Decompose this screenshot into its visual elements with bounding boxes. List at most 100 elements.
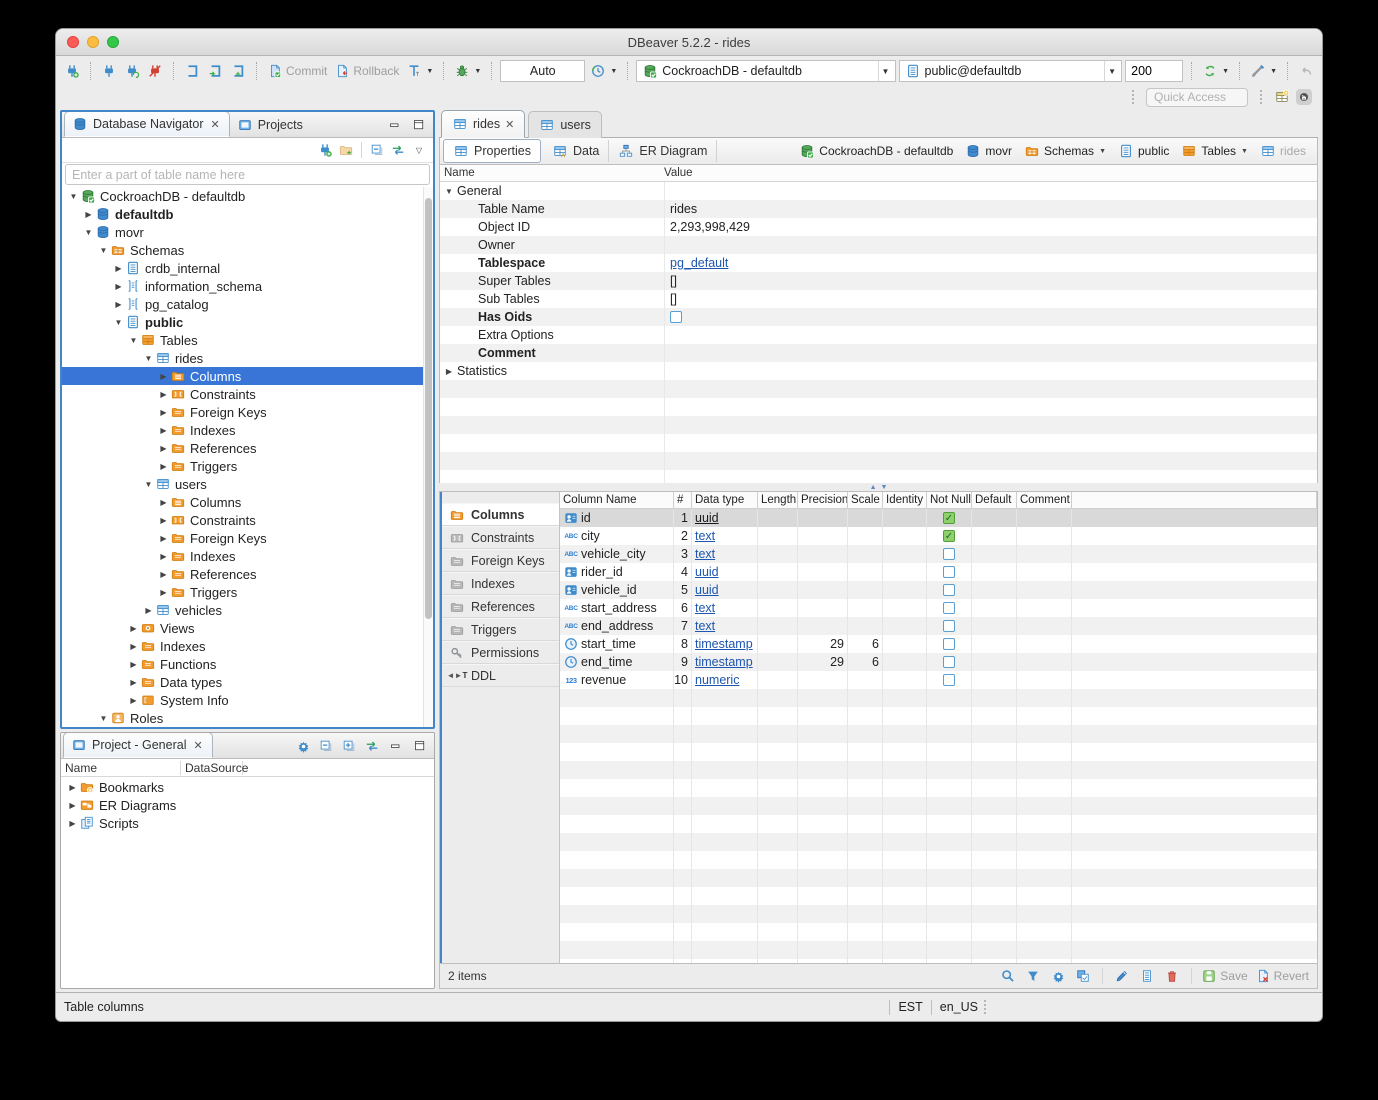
collapsed-arrow-icon[interactable]: ▶ (112, 282, 125, 291)
property-row-statistics[interactable]: ▶Statistics (440, 362, 1317, 380)
collapsed-arrow-icon[interactable]: ▶ (112, 300, 125, 309)
tree-item-references[interactable]: ▶References (62, 439, 433, 457)
property-row-table-name[interactable]: Table Namerides (440, 200, 1317, 218)
property-row-general[interactable]: ▼General (440, 182, 1317, 200)
collapsed-arrow-icon[interactable]: ▶ (157, 570, 170, 579)
detail-tab-triggers[interactable]: Triggers (442, 618, 559, 641)
collapsed-arrow-icon[interactable]: ▶ (112, 264, 125, 273)
tree-item-foreign-keys[interactable]: ▶Foreign Keys (62, 529, 433, 547)
tree-item-triggers[interactable]: ▶Triggers (62, 457, 433, 475)
swap-icon[interactable] (390, 142, 406, 158)
grid-header-precision[interactable]: Precision (798, 492, 848, 508)
tab-database-navigator[interactable]: Database Navigator ✕ (64, 111, 230, 137)
minimize-panel-icon[interactable] (387, 117, 403, 133)
property-row-tablespace[interactable]: Tablespacepg_default (440, 254, 1317, 272)
tree-item-indexes[interactable]: ▶Indexes (62, 547, 433, 565)
not-null-checkbox[interactable] (943, 638, 955, 650)
column-header-name[interactable]: Name (61, 761, 181, 775)
tab-projects[interactable]: Projects (230, 113, 312, 137)
table-filter-input[interactable] (65, 164, 430, 185)
collapsed-arrow-icon[interactable]: ▶ (157, 444, 170, 453)
tree-item-indexes[interactable]: ▶Indexes (62, 637, 433, 655)
folder-add-icon[interactable] (338, 142, 354, 158)
tree-item-cockroachdb-defaultdb[interactable]: ▼CockroachDB - defaultdb (62, 187, 433, 205)
fetch-size-input[interactable] (1125, 60, 1183, 82)
column-row-end_address[interactable]: ABCend_address7text (560, 617, 1317, 635)
tree-item-vehicles[interactable]: ▶vehicles (62, 601, 433, 619)
not-null-checkbox[interactable]: ✓ (943, 512, 955, 524)
view-tab-properties[interactable]: Properties (443, 139, 541, 163)
minimize-panel-icon[interactable] (388, 738, 404, 754)
tree-item-defaultdb[interactable]: ▶defaultdb (62, 205, 433, 223)
not-null-checkbox[interactable] (943, 602, 955, 614)
collapsed-arrow-icon[interactable]: ▶ (157, 534, 170, 543)
chevron-down-icon[interactable]: ▼ (1104, 61, 1119, 81)
rollback-button[interactable]: Rollback (332, 62, 401, 80)
table-plus-icon[interactable] (1274, 89, 1290, 105)
connection-combo[interactable]: CockroachDB - defaultdb ▼ (636, 60, 895, 82)
columns-list-icon[interactable] (1139, 968, 1155, 984)
bug-button[interactable]: ▼ (452, 62, 483, 80)
collapsed-arrow-icon[interactable]: ▶ (66, 801, 79, 810)
grid-header-data-type[interactable]: Data type (692, 492, 758, 508)
tablespace-link[interactable]: pg_default (670, 256, 728, 270)
tree-item-constraints[interactable]: ▶Constraints (62, 385, 433, 403)
maximize-panel-icon[interactable] (411, 117, 427, 133)
collapsed-arrow-icon[interactable]: ▶ (127, 696, 140, 705)
plug-refresh-button[interactable] (122, 62, 142, 80)
expanded-arrow-icon[interactable]: ▼ (82, 228, 95, 237)
collapsed-arrow-icon[interactable]: ▶ (157, 390, 170, 399)
column-row-city[interactable]: ABCcity2text✓ (560, 527, 1317, 545)
tree-item-information-schema[interactable]: ▶information_schema (62, 277, 433, 295)
column-row-start_address[interactable]: ABCstart_address6text (560, 599, 1317, 617)
tree-item-roles[interactable]: ▼Roles (62, 709, 433, 727)
tree-item-triggers[interactable]: ▶Triggers (62, 583, 433, 601)
not-null-checkbox[interactable] (943, 584, 955, 596)
tree-item-references[interactable]: ▶References (62, 565, 433, 583)
plug-button[interactable] (99, 62, 119, 80)
view-tab-data[interactable]: Data (543, 140, 609, 162)
tree-item-schemas[interactable]: ▼Schemas (62, 241, 433, 259)
paint-button[interactable]: ▼ (1248, 62, 1279, 80)
not-null-checkbox[interactable] (943, 674, 955, 686)
detail-tab-foreign-keys[interactable]: Foreign Keys (442, 549, 559, 572)
data-type-link[interactable]: text (695, 619, 715, 633)
tree-item-rides[interactable]: ▼rides (62, 349, 433, 367)
grid-header-not-null[interactable]: Not Null (927, 492, 972, 508)
property-row-object-id[interactable]: Object ID2,293,998,429 (440, 218, 1317, 236)
detail-tab-indexes[interactable]: Indexes (442, 572, 559, 595)
save-button[interactable]: Save (1201, 968, 1247, 984)
close-window-button[interactable] (67, 36, 79, 48)
colors-icon[interactable] (1075, 968, 1091, 984)
grid-header-identity[interactable]: Identity (883, 492, 927, 508)
property-row-sub-tables[interactable]: Sub Tables[] (440, 290, 1317, 308)
txn-filter-button[interactable]: ▼ (404, 62, 435, 80)
expanded-arrow-icon[interactable]: ▼ (443, 187, 455, 196)
tree-scrollbar[interactable] (423, 187, 433, 727)
sql-editor-open-button[interactable] (228, 62, 248, 80)
collapsed-arrow-icon[interactable]: ▶ (157, 408, 170, 417)
tree-item-public[interactable]: ▼public (62, 313, 433, 331)
gear-icon[interactable] (295, 738, 311, 754)
collapsed-arrow-icon[interactable]: ▶ (82, 210, 95, 219)
chevron-down-icon[interactable]: ▼ (878, 61, 893, 81)
tree-item-views[interactable]: ▶Views (62, 619, 433, 637)
data-type-link[interactable]: numeric (695, 673, 739, 687)
collapsed-arrow-icon[interactable]: ▶ (157, 552, 170, 561)
expanded-arrow-icon[interactable]: ▼ (97, 714, 110, 723)
collapsed-arrow-icon[interactable]: ▶ (127, 660, 140, 669)
collapsed-arrow-icon[interactable]: ▶ (66, 819, 79, 828)
transaction-history-button[interactable]: ▼ (588, 62, 619, 80)
property-row-extra-options[interactable]: Extra Options (440, 326, 1317, 344)
plug-add-icon[interactable] (317, 142, 333, 158)
refresh-button[interactable]: ▼ (1200, 62, 1231, 80)
horizontal-splitter[interactable]: ▲▼ (439, 483, 1318, 491)
breadcrumb-tables[interactable]: Tables▼ (1181, 143, 1248, 159)
scrollbar-thumb[interactable] (425, 198, 432, 619)
tree-item-movr[interactable]: ▼movr (62, 223, 433, 241)
collapsed-arrow-icon[interactable]: ▶ (443, 367, 455, 376)
tree-item-columns[interactable]: ▶Columns (62, 493, 433, 511)
tree-item-foreign-keys[interactable]: ▶Foreign Keys (62, 403, 433, 421)
pencil-icon[interactable] (1114, 968, 1130, 984)
expanded-arrow-icon[interactable]: ▼ (97, 246, 110, 255)
